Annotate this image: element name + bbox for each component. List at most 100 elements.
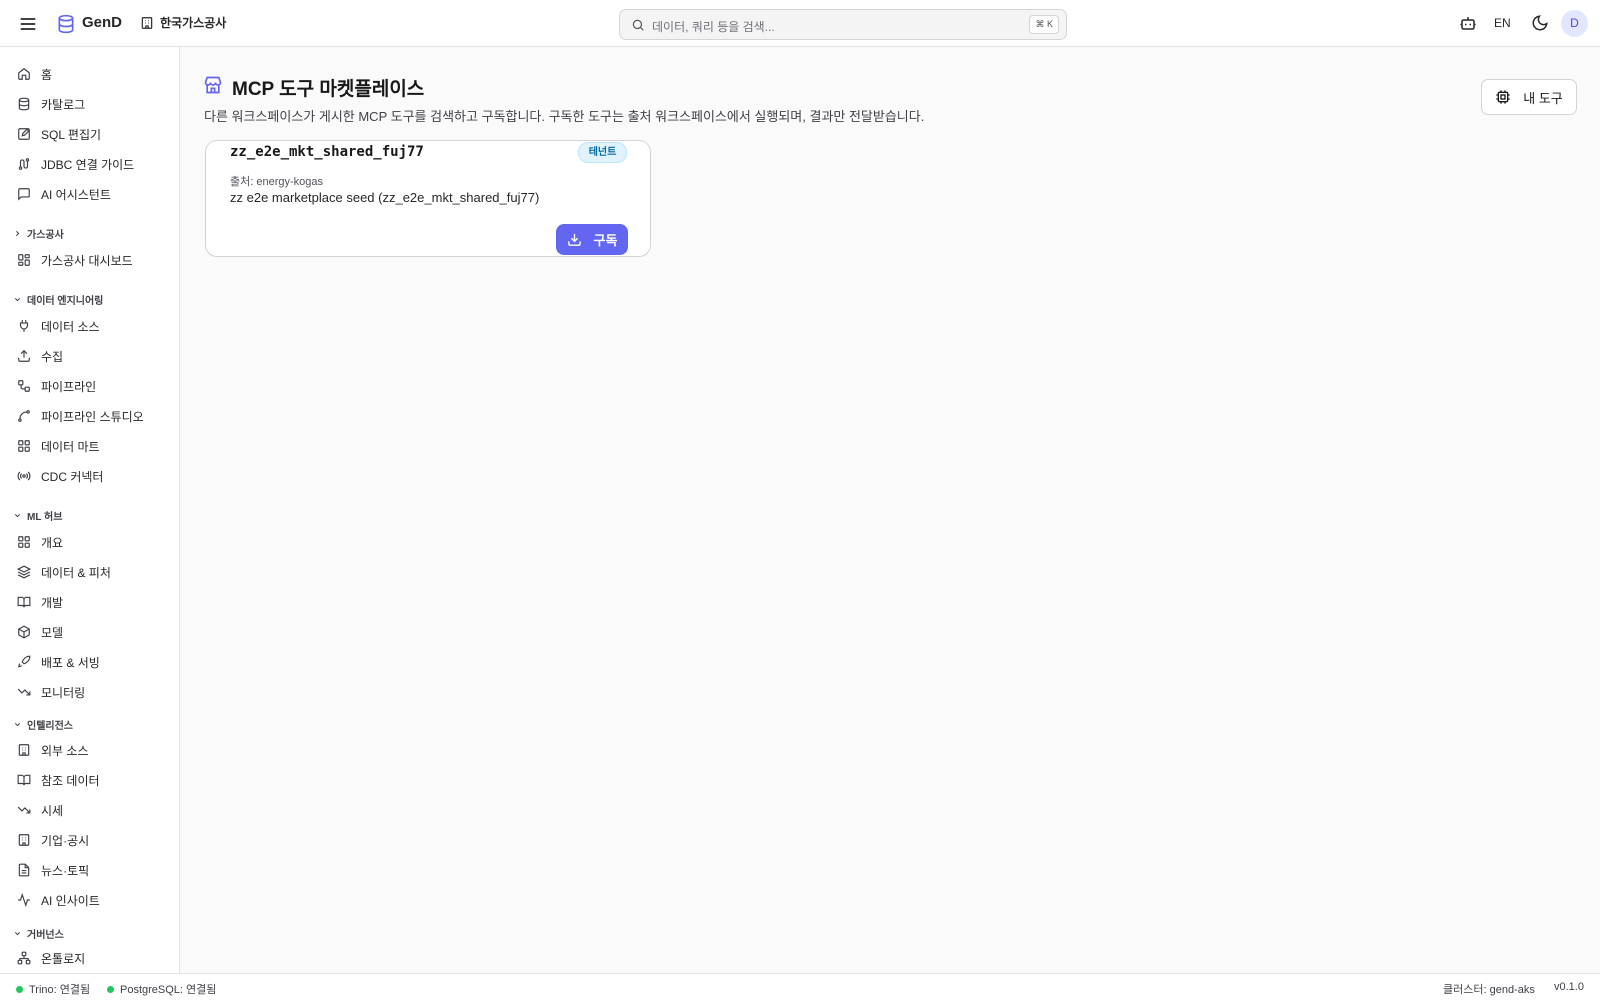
- sidebar-item-sql-editor[interactable]: SQL 편집기: [8, 120, 172, 148]
- subscribe-button[interactable]: 구독: [556, 224, 628, 255]
- brand-name[interactable]: GenD: [82, 14, 122, 31]
- my-tools-label: 내 도구: [1523, 90, 1563, 106]
- sidebar-item-ai-assistant[interactable]: AI 어시스턴트: [8, 180, 172, 208]
- subscribe-label: 구독: [593, 233, 618, 248]
- status-bar: Trino: 연결됨 PostgreSQL: 연결됨 클러스터: gend-ak…: [0, 973, 1600, 1000]
- sidebar-item-gas-dashboard[interactable]: 가스공사 대시보드: [8, 246, 172, 274]
- sidebar-item-label: CDC 커넥터: [41, 469, 104, 484]
- user-avatar[interactable]: D: [1561, 10, 1588, 37]
- edit-icon: [17, 127, 31, 141]
- tool-card: zz_e2e_mkt_shared_fuj77 테넌트 출처: energy-k…: [205, 140, 651, 257]
- page-title: MCP 도구 마켓플레이스: [232, 79, 425, 100]
- sidebar-item-reference-data[interactable]: 참조 데이터: [8, 766, 172, 794]
- language-toggle[interactable]: EN: [1494, 16, 1511, 30]
- postgres-status-label: PostgreSQL: 연결됨: [120, 984, 217, 996]
- section-ml-hub[interactable]: ML 허브: [13, 508, 62, 523]
- sidebar-item-label: 모델: [41, 625, 64, 640]
- sidebar-item-label: 데이터 소스: [41, 319, 100, 334]
- chevron-right-icon: [13, 229, 22, 238]
- activity-icon: [17, 893, 31, 907]
- cpu-icon: [1495, 89, 1511, 105]
- cluster-label: 클러스터: gend-aks: [1443, 984, 1535, 996]
- sidebar-item-label: 홈: [41, 67, 53, 82]
- global-search[interactable]: 데이터, 쿼리 등을 검색... ⌘ K: [619, 9, 1067, 40]
- tool-name: zz_e2e_mkt_shared_fuj77: [230, 144, 424, 160]
- sidebar-item-development[interactable]: 개발: [8, 588, 172, 616]
- trino-status-label: Trino: 연결됨: [29, 984, 91, 996]
- section-data-engineering[interactable]: 데이터 엔지니어링: [13, 292, 103, 307]
- building-icon: [140, 16, 154, 30]
- sidebar-item-monitoring[interactable]: 모니터링: [8, 678, 172, 706]
- dark-mode-icon[interactable]: [1531, 14, 1551, 34]
- sidebar-item-deploy-serving[interactable]: 배포 & 서빙: [8, 648, 172, 676]
- postgres-status: PostgreSQL: 연결됨: [107, 981, 216, 997]
- workflow-icon: [17, 379, 31, 393]
- sidebar-item-label: 수집: [41, 349, 64, 364]
- trino-status: Trino: 연결됨: [16, 981, 90, 997]
- trending-down-icon: [17, 803, 31, 817]
- sidebar-item-label: AI 인사이트: [41, 893, 100, 908]
- search-icon: [631, 18, 645, 32]
- section-label: ML 허브: [27, 512, 63, 523]
- layers-icon: [17, 565, 31, 579]
- bot-icon[interactable]: [1459, 14, 1479, 34]
- sidebar-item-label: JDBC 연결 가이드: [41, 157, 135, 172]
- sidebar-item-label: 기업·공시: [41, 833, 90, 848]
- sidebar-item-cdc-connector[interactable]: CDC 커넥터: [8, 462, 172, 490]
- trending-down-icon: [17, 685, 31, 699]
- sidebar-item-overview[interactable]: 개요: [8, 528, 172, 556]
- sidebar-item-label: 데이터 & 피처: [41, 565, 111, 580]
- sidebar-item-label: 시세: [41, 803, 64, 818]
- chevron-down-icon: [13, 929, 22, 938]
- sidebar-item-label: 배포 & 서빙: [41, 655, 100, 670]
- sidebar-item-home[interactable]: 홈: [8, 60, 172, 88]
- sidebar-item-label: 온톨로지: [41, 951, 86, 966]
- building-icon: [17, 743, 31, 757]
- section-label: 거버넌스: [27, 930, 64, 941]
- sidebar-item-data-features[interactable]: 데이터 & 피처: [8, 558, 172, 586]
- sidebar-item-jdbc-guide[interactable]: JDBC 연결 가이드: [8, 150, 172, 178]
- section-governance[interactable]: 거버넌스: [13, 926, 64, 941]
- book-icon: [17, 773, 31, 787]
- sidebar-item-market-price[interactable]: 시세: [8, 796, 172, 824]
- sidebar-item-ai-insight[interactable]: AI 인사이트: [8, 886, 172, 914]
- sidebar-item-pipeline[interactable]: 파이프라인: [8, 372, 172, 400]
- chevron-down-icon: [13, 295, 22, 304]
- my-tools-button[interactable]: 내 도구: [1481, 79, 1577, 115]
- sidebar-item-ingest[interactable]: 수집: [8, 342, 172, 370]
- network-icon: [17, 951, 31, 965]
- sidebar-item-label: 카탈로그: [41, 97, 86, 112]
- sidebar-item-ontology[interactable]: 온톨로지: [8, 944, 172, 972]
- sidebar-item-data-mart[interactable]: 데이터 마트: [8, 432, 172, 460]
- sidebar-item-pipeline-studio[interactable]: 파이프라인 스튜디오: [8, 402, 172, 430]
- section-gas-corp[interactable]: 가스공사: [13, 226, 64, 241]
- sidebar-item-label: 데이터 마트: [41, 439, 100, 454]
- book-icon: [17, 595, 31, 609]
- dashboard-icon: [17, 253, 31, 267]
- sidebar-item-data-source[interactable]: 데이터 소스: [8, 312, 172, 340]
- file-icon: [17, 863, 31, 877]
- sidebar-item-label: 가스공사 대시보드: [41, 253, 133, 268]
- store-icon: [203, 75, 223, 95]
- status-dot: [16, 985, 23, 993]
- sidebar-item-label: 파이프라인 스튜디오: [41, 409, 144, 424]
- box-icon: [17, 625, 31, 639]
- menu-icon[interactable]: [18, 14, 38, 34]
- sidebar-item-external-source[interactable]: 외부 소스: [8, 736, 172, 764]
- sidebar-item-model[interactable]: 모델: [8, 618, 172, 646]
- home-icon: [17, 67, 31, 81]
- sidebar-item-catalog[interactable]: 카탈로그: [8, 90, 172, 118]
- rocket-icon: [17, 655, 31, 669]
- search-shortcut: ⌘ K: [1029, 15, 1059, 34]
- sidebar-item-company-disclosure[interactable]: 기업·공시: [8, 826, 172, 854]
- sidebar-item-label: 개요: [41, 535, 64, 550]
- upload-icon: [17, 349, 31, 363]
- top-bar: GenD 한국가스공사 데이터, 쿼리 등을 검색... ⌘ K EN D: [0, 0, 1600, 47]
- sidebar-item-label: 모니터링: [41, 685, 86, 700]
- database-icon: [17, 97, 31, 111]
- chat-icon: [17, 187, 31, 201]
- org-selector[interactable]: 한국가스공사: [140, 14, 226, 31]
- section-intelligence[interactable]: 인텔리전스: [13, 717, 73, 732]
- sidebar-item-news-topic[interactable]: 뉴스·토픽: [8, 856, 172, 884]
- grid-icon: [17, 535, 31, 549]
